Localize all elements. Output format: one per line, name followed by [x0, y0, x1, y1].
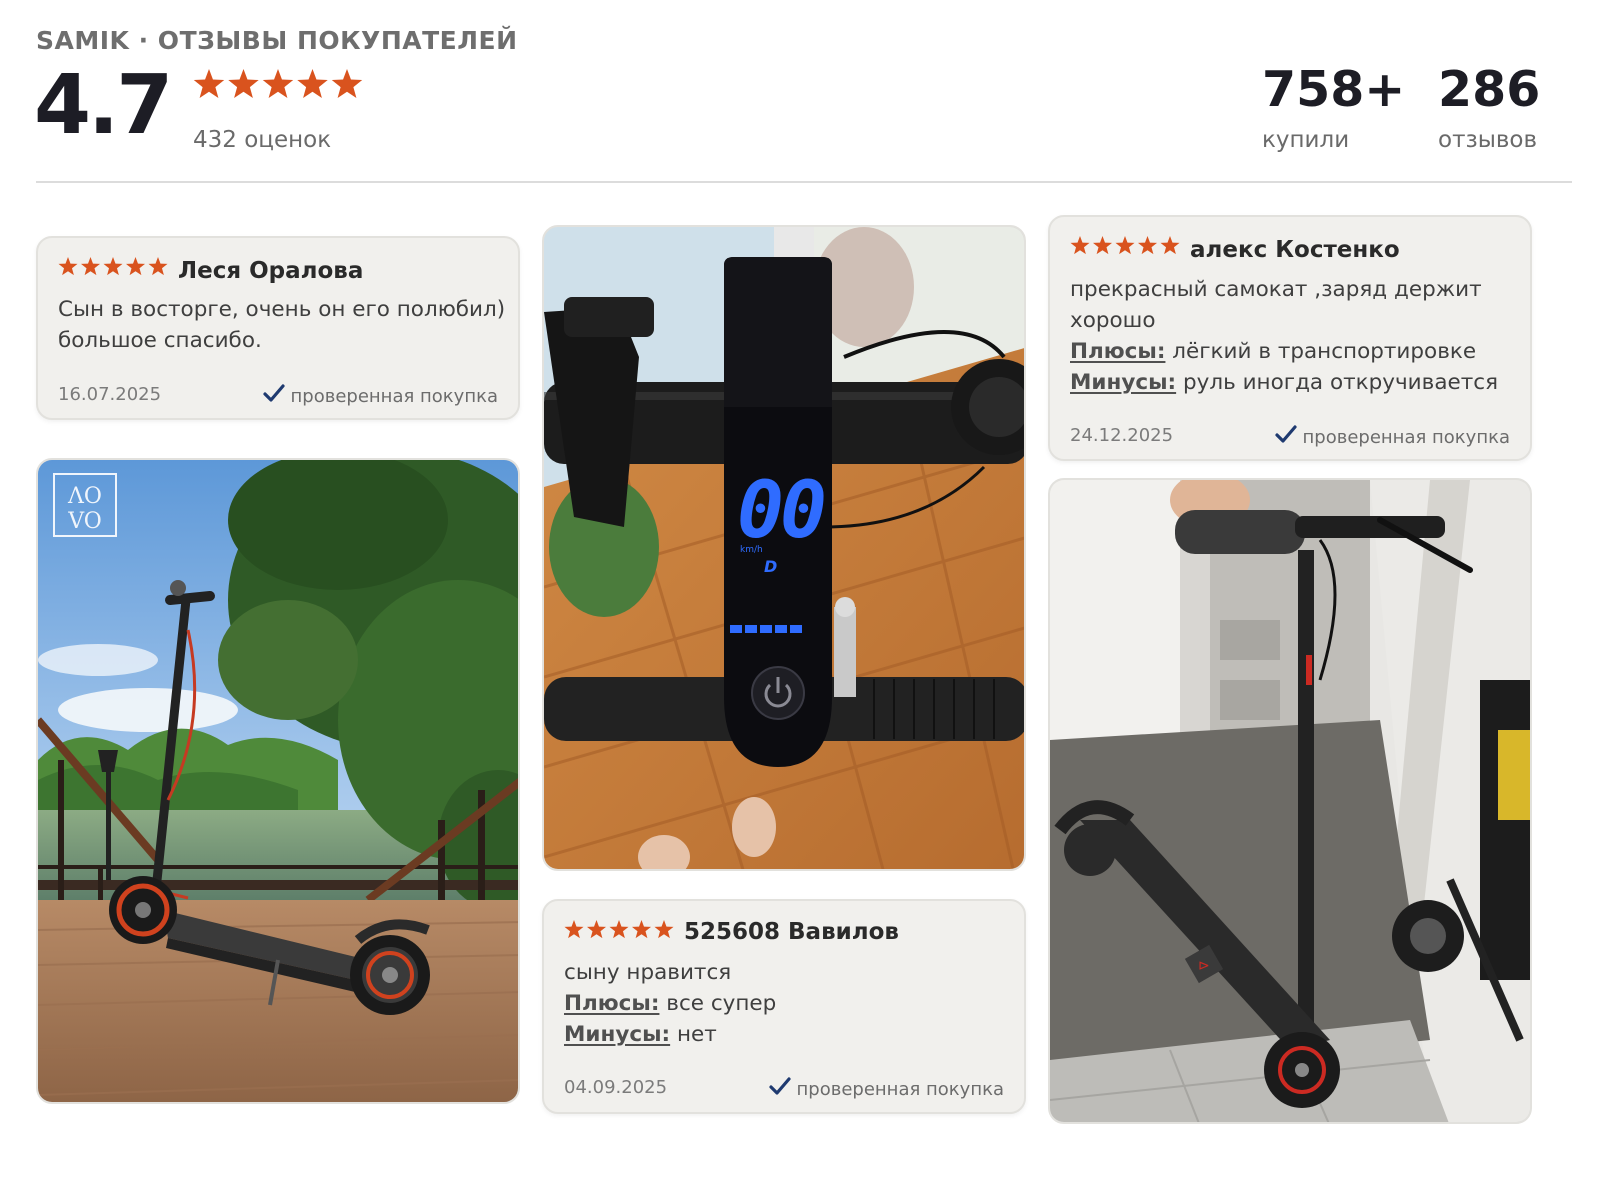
verified-purchase: проверенная покупка — [768, 1077, 1004, 1100]
star-icon — [262, 69, 294, 98]
star-icon — [125, 257, 146, 276]
scooter-hallway-image: ⊳ — [1050, 480, 1530, 1122]
star-icon — [228, 69, 259, 98]
cons-label: Минусы: — [564, 1022, 671, 1047]
scooter-deck-image: ΛO VO — [38, 460, 518, 1102]
review-text-line: большое спасибо. — [58, 328, 262, 353]
review-rating-stars — [58, 257, 168, 276]
cons-label: Минусы: — [1070, 370, 1177, 395]
review-author[interactable]: 525608 Вавилов — [684, 919, 899, 945]
review-photo-display[interactable]: 00 km/h D — [542, 225, 1026, 871]
watermark-text-bottom: VO — [67, 509, 102, 534]
review-author[interactable]: Леся Оралова — [178, 258, 363, 284]
verified-label: проверенная покупка — [290, 386, 498, 407]
star-icon — [58, 257, 78, 276]
display-gear: D — [764, 557, 777, 576]
review-text: прекрасный самокат ,заряд держит хорошо … — [1070, 274, 1498, 398]
verified-purchase: проверенная покупка — [262, 384, 498, 407]
review-text: Сын в восторге, очень он его полюбил) бо… — [58, 294, 505, 356]
header-divider — [36, 181, 1572, 183]
star-icon — [103, 257, 123, 276]
review-pros: Плюсы: лёгкий в транспортировке — [1070, 336, 1498, 367]
star-icon — [586, 920, 607, 939]
review-card[interactable]: Леся Оралова Сын в восторге, очень он ег… — [36, 236, 520, 420]
review-author[interactable]: алекс Костенко — [1190, 237, 1400, 263]
verified-label: проверенная покупка — [1302, 427, 1510, 448]
bought-label: купили — [1262, 127, 1350, 153]
bought-count: 758+ — [1262, 61, 1406, 118]
star-icon — [564, 920, 584, 939]
star-icon — [148, 257, 168, 276]
review-text-line: хорошо — [1070, 308, 1156, 333]
verified-label: проверенная покупка — [796, 1079, 1004, 1100]
star-icon — [1160, 236, 1180, 255]
pros-text: лёгкий в транспортировке — [1172, 339, 1477, 364]
star-icon — [1137, 236, 1158, 255]
check-icon — [768, 1077, 791, 1095]
review-rating-stars — [564, 920, 674, 939]
review-photo-scooter-hallway[interactable]: ⊳ — [1048, 478, 1532, 1124]
review-date: 16.07.2025 — [58, 384, 162, 405]
ratings-count: 432 оценок — [193, 127, 332, 153]
star-icon — [331, 69, 363, 98]
average-score: 4.7 — [34, 58, 173, 153]
cons-text: нет — [676, 1022, 717, 1047]
review-date: 24.12.2025 — [1070, 425, 1174, 446]
review-text-line: сыну нравится — [564, 960, 732, 985]
average-rating-stars — [193, 69, 363, 98]
review-cons: Минусы: нет — [564, 1019, 776, 1050]
reviews-label: отзывов — [1438, 127, 1538, 153]
star-icon — [193, 69, 225, 98]
display-unit: km/h — [740, 545, 763, 555]
star-icon — [80, 257, 101, 276]
reviews-count: 286 — [1438, 61, 1541, 118]
check-icon — [1274, 425, 1297, 443]
star-icon — [1092, 236, 1113, 255]
review-pros: Плюсы: все супер — [564, 988, 776, 1019]
watermark-text-top: ΛO — [67, 484, 102, 509]
review-text-line: Сын в восторге, очень он его полюбил) — [58, 297, 506, 322]
review-card[interactable]: 525608 Вавилов сыну нравится Плюсы: все … — [542, 899, 1026, 1114]
cons-text: руль иногда откручивается — [1182, 370, 1499, 395]
check-icon — [262, 384, 285, 402]
review-photo-scooter-deck[interactable]: ΛO VO — [36, 458, 520, 1104]
pros-label: Плюсы: — [564, 991, 660, 1016]
review-rating-stars — [1070, 236, 1180, 255]
star-icon — [654, 920, 674, 939]
review-card[interactable]: алекс Костенко прекрасный самокат ,заряд… — [1048, 215, 1532, 461]
deck-badge: ⊳ — [1198, 958, 1210, 974]
verified-purchase: проверенная покупка — [1274, 425, 1510, 448]
star-icon — [609, 920, 629, 939]
star-icon — [297, 69, 328, 98]
star-icon — [631, 920, 652, 939]
display-speed: 00 — [737, 466, 824, 556]
review-text-line: прекрасный самокат ,заряд держит — [1070, 277, 1482, 302]
review-text: сыну нравится Плюсы: все супер Минусы: н… — [564, 957, 776, 1050]
pros-text: все супер — [666, 991, 777, 1016]
star-icon — [1070, 236, 1090, 255]
brand-title: SAMIK · ОТЗЫВЫ ПОКУПАТЕЛЕЙ — [36, 26, 518, 55]
review-date: 04.09.2025 — [564, 1077, 668, 1098]
review-cons: Минусы: руль иногда откручивается — [1070, 367, 1498, 398]
scooter-display-image: 00 km/h D — [544, 227, 1024, 869]
star-icon — [1115, 236, 1135, 255]
pros-label: Плюсы: — [1070, 339, 1166, 364]
